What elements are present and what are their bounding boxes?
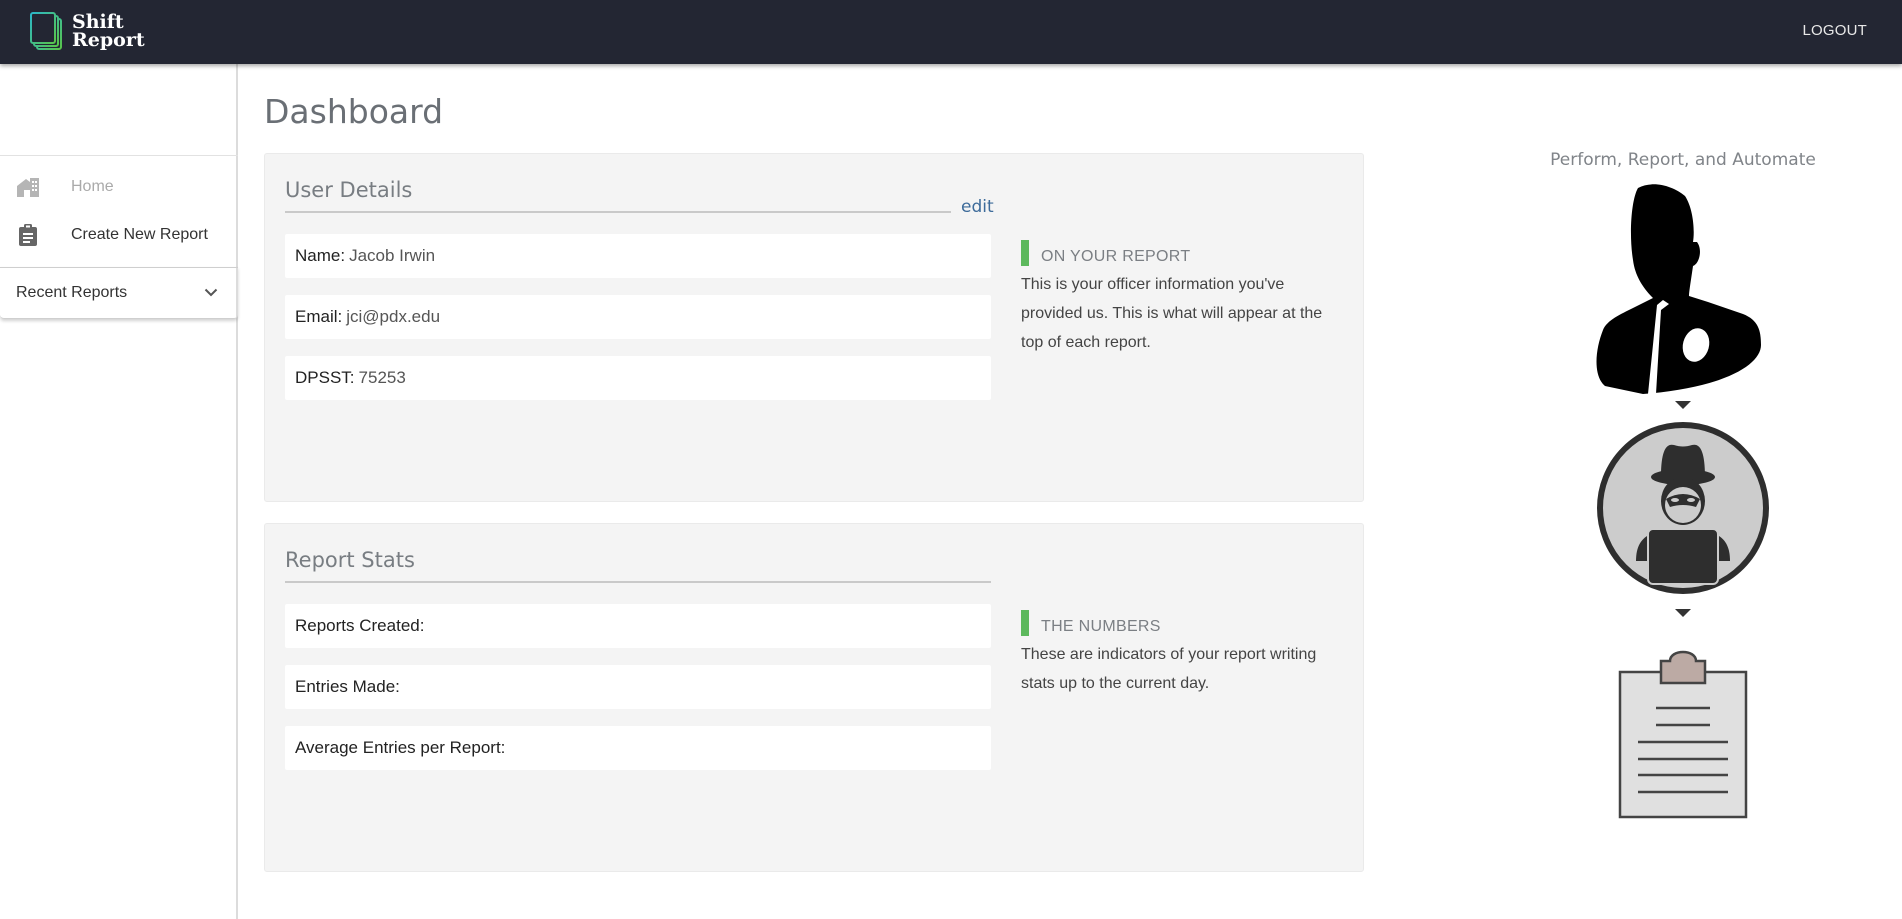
accent-bar (1021, 610, 1029, 636)
app-name: Shift Report (72, 13, 145, 51)
officer-silhouette-icon (1520, 180, 1846, 395)
arrow-down-icon (1675, 401, 1691, 409)
user-details-card: User Details edit Name: Jacob Irwin Emai… (264, 153, 1364, 502)
field-label: Reports Created: (295, 616, 425, 635)
app-name-line2: Report (72, 29, 145, 51)
sidebar-item-label: Create New Report (71, 226, 208, 243)
field-label: Entries Made: (295, 677, 400, 696)
workflow-illustration: Perform, Report, and Automate (1520, 150, 1846, 822)
sidebar-item-create-new-report[interactable]: Create New Report (0, 211, 238, 259)
card-title: Report Stats (285, 548, 415, 572)
clipboard-icon (17, 224, 39, 246)
dpsst-field: DPSST: 75253 (285, 356, 991, 400)
field-value: Jacob Irwin (349, 246, 436, 265)
email-field: Email: jci@pdx.edu (285, 295, 991, 339)
recent-reports-dropdown[interactable]: Recent Reports (0, 267, 238, 319)
edit-user-details-link[interactable]: edit (961, 197, 994, 217)
name-field: Name: Jacob Irwin (285, 234, 991, 278)
divider (285, 581, 991, 583)
entries-made-field: Entries Made: (285, 665, 991, 709)
field-label: DPSST: (295, 368, 355, 387)
field-label: Email: (295, 307, 343, 326)
sidebar-item-home[interactable]: Home (0, 163, 238, 211)
info-heading: THE NUMBERS (1041, 618, 1161, 635)
page-title: Dashboard (264, 92, 444, 131)
field-label: Average Entries per Report: (295, 738, 506, 757)
chevron-down-icon (204, 284, 218, 302)
divider (285, 211, 951, 213)
card-title: User Details (285, 178, 413, 202)
clipboard-report-icon (1520, 647, 1846, 822)
on-your-report-info: ON YOUR REPORT This is your officer info… (1021, 240, 1341, 357)
stacked-pages-icon (30, 12, 62, 50)
hacker-laptop-icon (1520, 421, 1846, 595)
average-entries-field: Average Entries per Report: (285, 726, 991, 770)
sidebar: Home Create New Report Recent Reports (0, 64, 238, 919)
accent-bar (1021, 240, 1029, 266)
recent-reports-label: Recent Reports (16, 284, 128, 301)
report-stats-card: Report Stats Reports Created: Entries Ma… (264, 523, 1364, 872)
top-navbar: Shift Report LOGOUT (0, 0, 1902, 64)
info-text: This is your officer information you've … (1021, 276, 1323, 351)
home-icon (17, 176, 39, 198)
field-label: Name: (295, 246, 346, 265)
info-heading: ON YOUR REPORT (1041, 248, 1191, 265)
sidebar-menu: Home Create New Report Recent Reports (0, 155, 238, 319)
info-text: These are indicators of your report writ… (1021, 646, 1317, 692)
arrow-down-icon (1675, 609, 1691, 617)
reports-created-field: Reports Created: (285, 604, 991, 648)
field-value: 75253 (358, 368, 406, 387)
app-logo[interactable]: Shift Report (29, 11, 145, 51)
logout-button[interactable]: LOGOUT (1802, 22, 1867, 39)
field-value: jci@pdx.edu (346, 307, 441, 326)
the-numbers-info: THE NUMBERS These are indicators of your… (1021, 610, 1341, 698)
sidebar-item-label: Home (71, 178, 114, 195)
tagline: Perform, Report, and Automate (1550, 150, 1816, 170)
